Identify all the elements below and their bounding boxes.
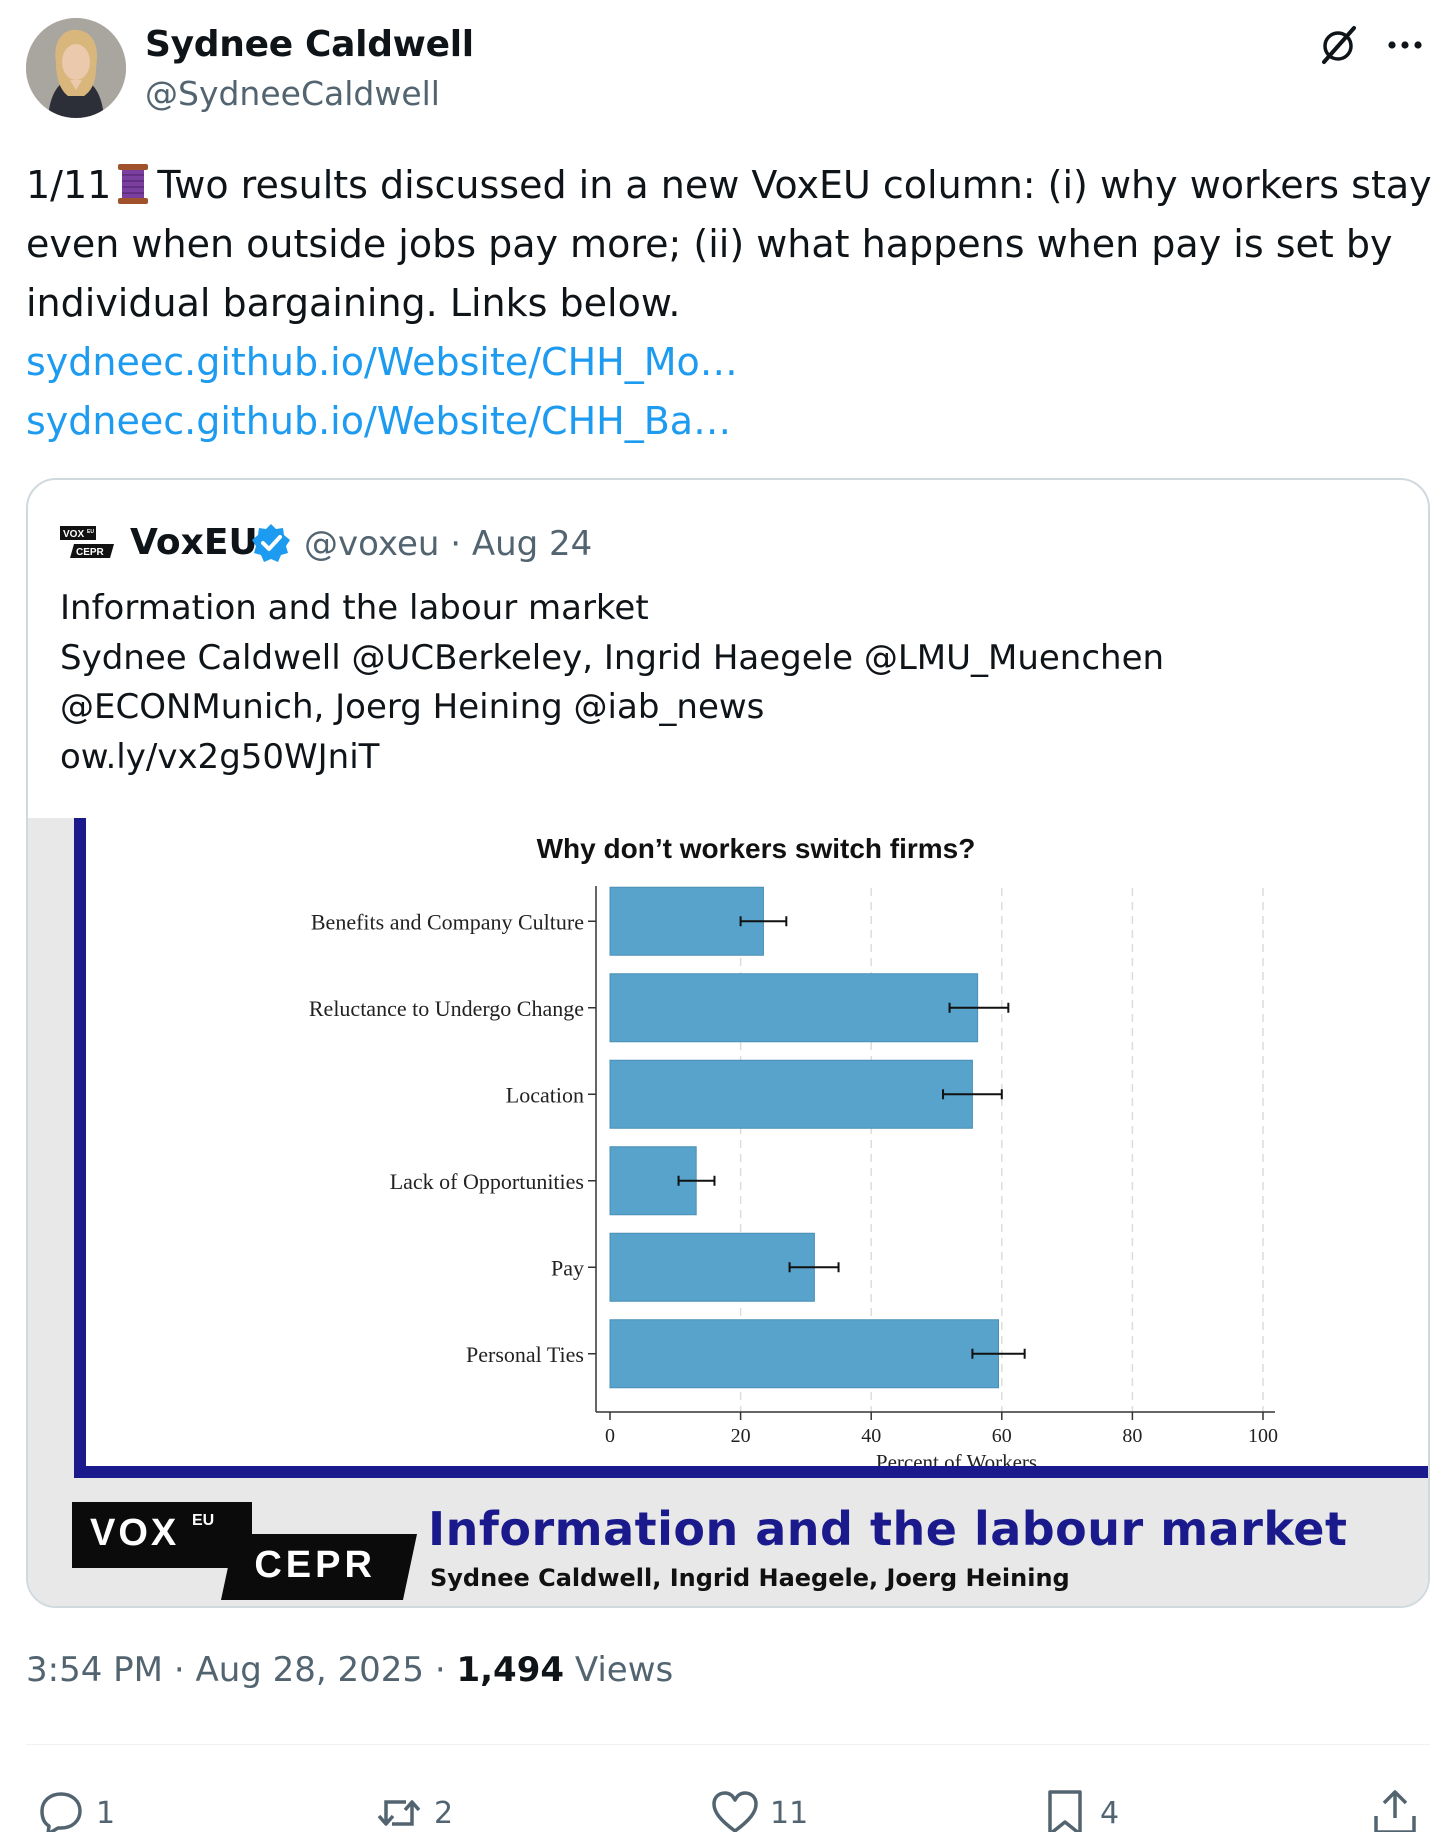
bar — [609, 1059, 973, 1129]
banner-title: Information and the labour market — [428, 1502, 1348, 1556]
heart-icon — [712, 1791, 758, 1832]
tweet-meta: 3:54 PM · Aug 28, 2025 · 1,494 Views — [26, 1650, 674, 1690]
bar — [609, 1232, 815, 1302]
quoted-handle-date: @voxeu · Aug 24 — [304, 524, 593, 564]
x-tick-label: 60 — [992, 1425, 1012, 1447]
x-tick-label: 40 — [861, 1425, 881, 1447]
chart-title: Why don’t workers switch firms? — [537, 833, 976, 864]
tweet-text: 1/11 Two results discussed in a new VoxE… — [26, 156, 1436, 451]
repost-button[interactable]: 2 — [374, 1788, 453, 1832]
quoted-line: Sydnee Caldwell @UCBerkeley, Ingrid Haeg… — [60, 637, 1165, 678]
more-icon[interactable] — [1382, 22, 1428, 68]
voxeu-logo: VOX EU CEPR — [60, 522, 116, 562]
y-tick-label: Benefits and Company Culture — [311, 909, 584, 934]
x-tick-label: 100 — [1248, 1425, 1278, 1447]
svg-text:EU: EU — [87, 529, 94, 535]
quoted-line: Information and the labour market — [60, 588, 649, 628]
tweet-date[interactable]: Aug 28, 2025 — [195, 1650, 424, 1690]
views-count: 1,494 — [456, 1650, 565, 1690]
banner-cepr-logo: CEPR — [220, 1534, 418, 1600]
bookmark-button[interactable]: 4 — [1040, 1788, 1119, 1832]
divider — [26, 1744, 1430, 1745]
y-tick-label: Personal Ties — [466, 1342, 584, 1367]
y-tick-label: Lack of Opportunities — [390, 1169, 584, 1194]
y-tick-label: Location — [506, 1082, 584, 1107]
views-label: Views — [574, 1650, 674, 1690]
reply-button[interactable]: 1 — [36, 1788, 115, 1832]
share-icon — [1374, 1790, 1416, 1832]
bar — [609, 1319, 1000, 1389]
quoted-image[interactable]: Why don’t workers switch firms? Benefits … — [28, 818, 1428, 1606]
reply-count: 1 — [96, 1795, 116, 1831]
chart-panel: Why don’t workers switch firms? Benefits … — [74, 818, 1428, 1478]
share-button[interactable] — [1370, 1788, 1430, 1832]
quoted-line: @ECONMunich, Joerg Heining @iab_news — [60, 687, 765, 727]
x-tick-label: 80 — [1122, 1425, 1142, 1447]
tweet-time[interactable]: 3:54 PM — [26, 1650, 163, 1690]
bar-chart: Why don’t workers switch firms? Benefits … — [309, 833, 1278, 1466]
like-button[interactable]: 11 — [710, 1788, 808, 1832]
avatar[interactable] — [26, 18, 126, 118]
author-name[interactable]: Sydnee Caldwell — [145, 24, 474, 65]
repost-icon — [377, 1800, 421, 1826]
bookmark-icon — [1048, 1790, 1082, 1832]
quoted-text: Information and the labour market Sydnee… — [60, 584, 1400, 782]
reply-icon — [40, 1792, 82, 1832]
svg-text:VOX: VOX — [63, 529, 84, 540]
link-2[interactable]: sydneec.github.io/Website/CHH_Ba… — [26, 392, 1436, 451]
verified-badge-icon — [250, 522, 292, 564]
svg-text:CEPR: CEPR — [76, 547, 105, 558]
tweet-body: Two results discussed in a new VoxEU col… — [26, 163, 1432, 325]
repost-count: 2 — [434, 1795, 454, 1831]
quoted-tweet-card[interactable]: VOX EU CEPR VoxEU @voxeu · Aug 24 Inform… — [26, 478, 1430, 1608]
x-tick-label: 20 — [731, 1425, 751, 1447]
banner-vox-logo: VOX EU — [72, 1502, 252, 1568]
x-axis-label: Percent of Workers — [876, 1450, 1037, 1466]
thread-counter: 1/11 — [26, 163, 112, 207]
bookmark-count: 4 — [1100, 1795, 1120, 1831]
x-tick-label: 0 — [605, 1425, 615, 1447]
thread-spool-icon — [115, 162, 151, 206]
author-handle[interactable]: @SydneeCaldwell — [145, 74, 440, 113]
grok-icon[interactable] — [1316, 22, 1362, 68]
quoted-line: ow.ly/vx2g50WJniT — [60, 736, 380, 777]
bar — [609, 973, 979, 1043]
like-count: 11 — [770, 1795, 809, 1831]
y-tick-label: Pay — [551, 1255, 584, 1280]
y-tick-label: Reluctance to Undergo Change — [309, 996, 584, 1021]
link-1[interactable]: sydneec.github.io/Website/CHH_Mo… — [26, 333, 1436, 392]
banner-authors: Sydnee Caldwell, Ingrid Haegele, Joerg H… — [430, 1564, 1070, 1592]
quoted-author-name[interactable]: VoxEU — [130, 522, 258, 563]
